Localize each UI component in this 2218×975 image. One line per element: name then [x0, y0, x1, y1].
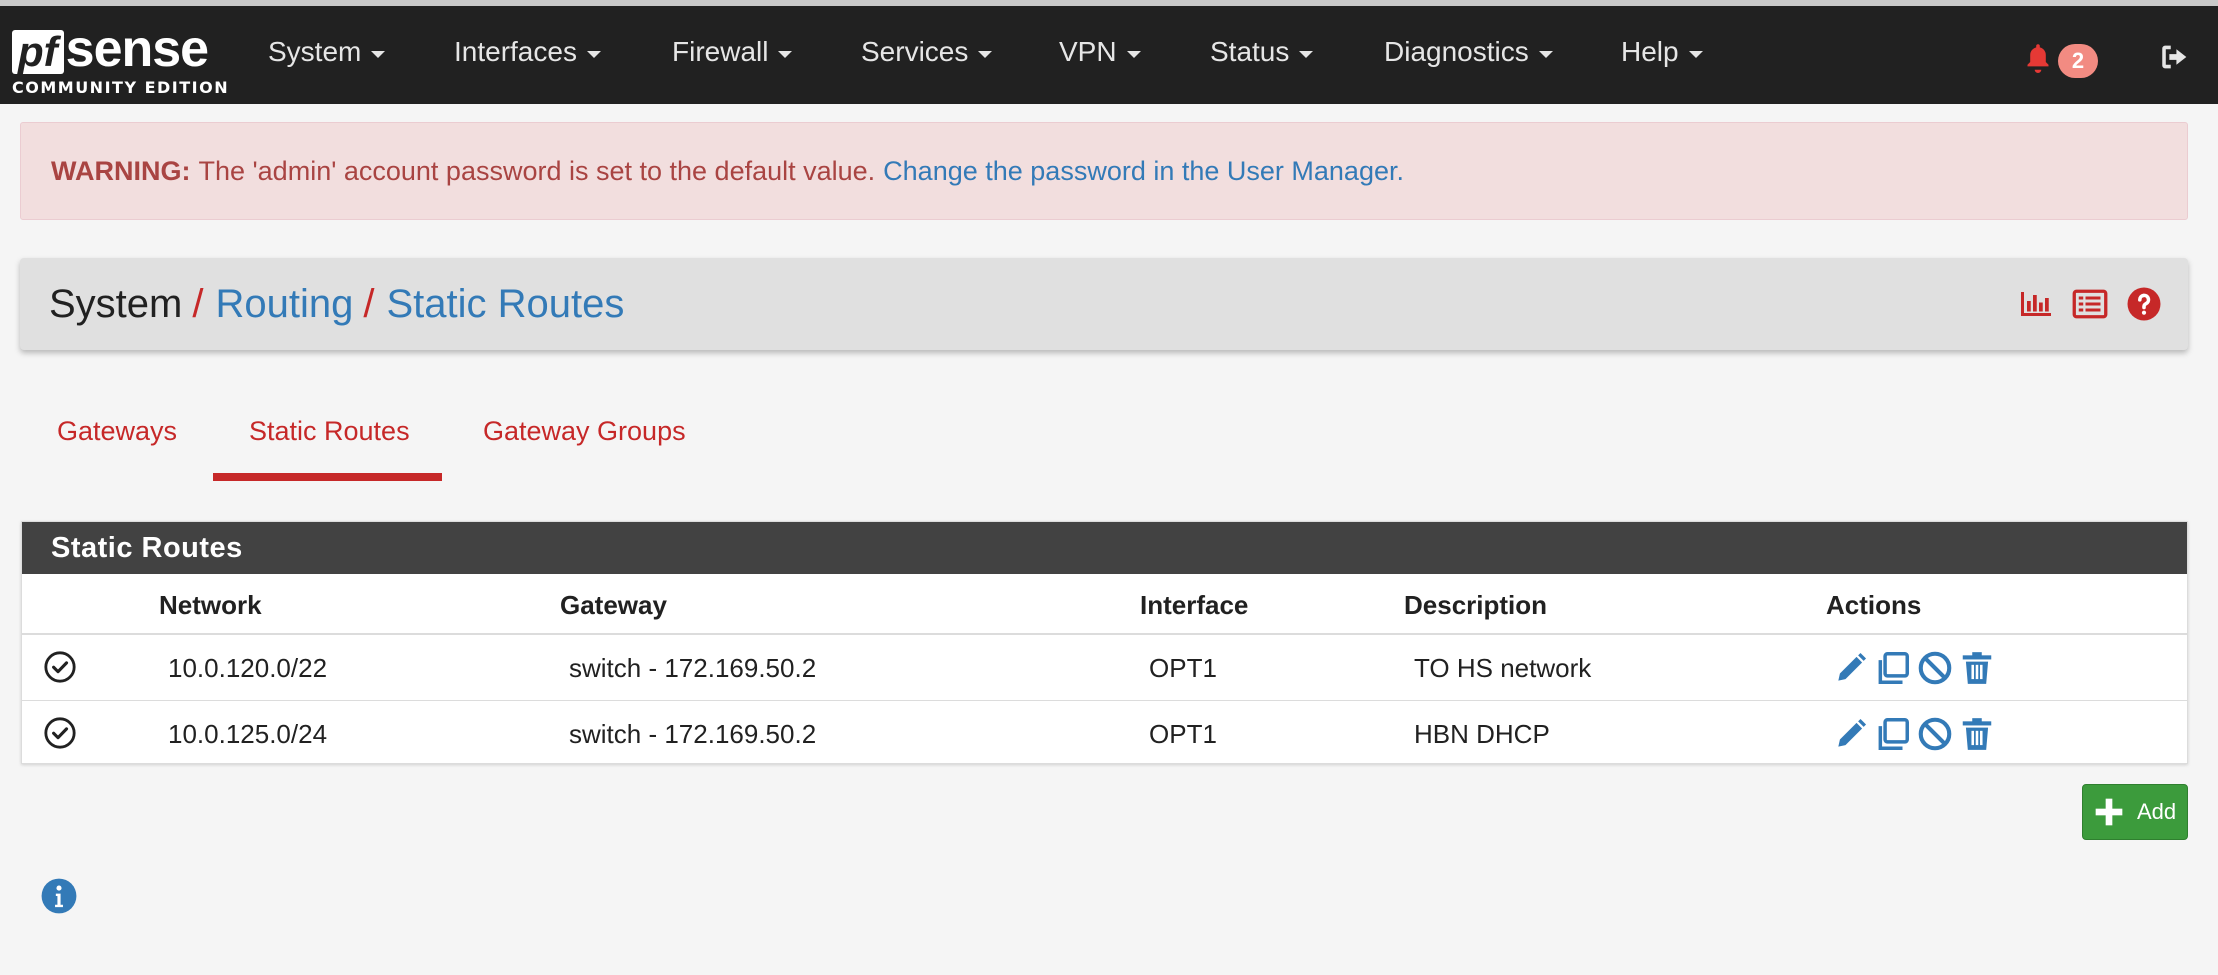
breadcrumb-icons	[2018, 286, 2162, 322]
caret-down-icon	[371, 50, 386, 58]
panel-title: Static Routes	[22, 522, 2187, 574]
column-header-description[interactable]: Description	[1404, 590, 1547, 621]
enabled-check-icon	[43, 650, 77, 689]
top-navbar: pf sense COMMUNITY EDITION System Interfa…	[0, 0, 2218, 104]
active-tab-indicator	[213, 473, 442, 481]
logo-edition: COMMUNITY EDITION	[12, 78, 230, 97]
nav-label: Interfaces	[454, 36, 577, 67]
list-icon[interactable]	[2072, 288, 2108, 320]
nav-label: Diagnostics	[1384, 36, 1529, 67]
cell-network: 10.0.125.0/24	[168, 719, 328, 749]
column-header-interface[interactable]: Interface	[1140, 590, 1248, 621]
warning-message: The 'admin' account password is set to t…	[198, 155, 876, 186]
breadcrumb-separator: /	[192, 281, 204, 326]
pencil-icon[interactable]	[1832, 715, 1870, 753]
breadcrumb-system: System	[49, 281, 183, 326]
caret-down-icon	[1299, 50, 1314, 58]
pfsense-logo[interactable]: pf sense COMMUNITY EDITION	[12, 20, 228, 104]
copy-icon[interactable]	[1874, 715, 1912, 753]
nav-help[interactable]: Help	[1621, 36, 1703, 68]
static-routes-panel: Static Routes Network Gateway Interface …	[21, 521, 2188, 764]
add-route-button[interactable]: Add	[2082, 784, 2188, 840]
cell-gateway: switch - 172.169.50.2	[569, 719, 817, 749]
tab-static-routes[interactable]: Static Routes	[249, 416, 410, 447]
change-password-link[interactable]: Change the password in the User Manager.	[883, 156, 1404, 187]
nav-interfaces[interactable]: Interfaces	[454, 36, 601, 68]
chart-icon[interactable]	[2018, 289, 2054, 319]
logo-pf: pf	[12, 30, 64, 74]
help-icon[interactable]	[2126, 286, 2162, 322]
plus-icon	[2095, 798, 2123, 826]
copy-icon[interactable]	[1874, 649, 1912, 687]
caret-down-icon	[1538, 50, 1553, 58]
row-actions	[1832, 649, 1996, 687]
logout-icon[interactable]	[2158, 40, 2194, 76]
cell-interface: OPT1	[1149, 653, 1217, 683]
tab-gateway-groups[interactable]: Gateway Groups	[483, 416, 686, 447]
disable-icon[interactable]	[1916, 715, 1954, 753]
caret-down-icon	[778, 50, 793, 58]
cell-gateway: switch - 172.169.50.2	[569, 653, 817, 683]
cell-description: HBN DHCP	[1414, 719, 1550, 749]
caret-down-icon	[978, 50, 993, 58]
nav-label: Services	[861, 36, 969, 67]
nav-label: System	[268, 36, 362, 67]
info-icon[interactable]	[40, 877, 78, 920]
tab-gateways[interactable]: Gateways	[57, 416, 177, 447]
notification-badge[interactable]: 2	[2058, 44, 2098, 78]
nav-label: Status	[1210, 36, 1290, 67]
warning-label: WARNING:	[51, 155, 191, 186]
caret-down-icon	[1688, 50, 1703, 58]
trash-icon[interactable]	[1958, 715, 1996, 753]
caret-down-icon	[1126, 50, 1141, 58]
pencil-icon[interactable]	[1832, 649, 1870, 687]
breadcrumb-routing[interactable]: Routing	[215, 282, 353, 327]
nav-label: Firewall	[672, 36, 769, 67]
disable-icon[interactable]	[1916, 649, 1954, 687]
default-password-warning: WARNING: The 'admin' account password is…	[20, 122, 2188, 220]
nav-services[interactable]: Services	[861, 36, 993, 68]
breadcrumb-static-routes[interactable]: Static Routes	[386, 282, 624, 327]
nav-status[interactable]: Status	[1210, 36, 1314, 68]
column-header-actions: Actions	[1826, 590, 1922, 620]
nav-firewall[interactable]: Firewall	[672, 36, 793, 68]
cell-description: TO HS network	[1414, 653, 1592, 683]
trash-icon[interactable]	[1958, 649, 1996, 687]
nav-label: Help	[1621, 36, 1679, 67]
table-row: 10.0.120.0/22 switch - 172.169.50.2 OPT1…	[22, 635, 2187, 700]
logo-wordmark: pf sense	[12, 20, 209, 78]
nav-label: VPN	[1059, 36, 1117, 67]
breadcrumb: System / Routing / Static Routes	[20, 258, 2188, 350]
caret-down-icon	[586, 50, 601, 58]
nav-vpn[interactable]: VPN	[1059, 36, 1141, 68]
bell-icon[interactable]	[2020, 40, 2060, 80]
enabled-check-icon	[43, 716, 77, 755]
row-actions	[1832, 715, 1996, 753]
column-header-gateway[interactable]: Gateway	[560, 590, 667, 621]
table-row: 10.0.125.0/24 switch - 172.169.50.2 OPT1…	[22, 700, 2187, 765]
cell-interface: OPT1	[1149, 719, 1217, 749]
nav-diagnostics[interactable]: Diagnostics	[1384, 36, 1553, 68]
logo-sense: sense	[65, 20, 209, 78]
nav-system[interactable]: System	[268, 36, 386, 68]
cell-network: 10.0.120.0/22	[168, 653, 328, 683]
add-button-label: Add	[2137, 799, 2177, 824]
column-header-network[interactable]: Network	[159, 590, 262, 621]
breadcrumb-separator: /	[363, 281, 375, 326]
